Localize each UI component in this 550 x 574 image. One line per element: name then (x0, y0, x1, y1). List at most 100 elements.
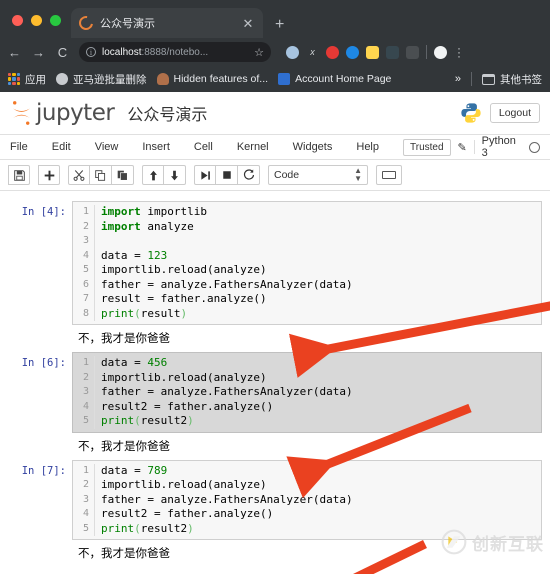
watermark-text: 创新互联 (472, 534, 544, 555)
cell-input-area[interactable]: 12345678 import importlib import analyze… (72, 201, 542, 325)
bookmark-label: Account Home Page (295, 73, 392, 85)
menu-cell[interactable]: Cell (194, 141, 227, 153)
insert-cell-below-button[interactable] (38, 165, 60, 185)
menu-help[interactable]: Help (356, 141, 393, 153)
bookmarks-divider (471, 72, 472, 86)
line-numbers: 12345678 (73, 205, 95, 321)
toolbar-group-clipboard (68, 165, 134, 185)
apps-grid-icon (8, 73, 20, 85)
extension-yellow-icon[interactable] (366, 45, 379, 59)
stackoverflow-icon (156, 73, 169, 85)
minimize-window-button[interactable] (31, 15, 42, 26)
run-cell-button[interactable] (194, 165, 216, 185)
cell-prompt: In [4]: (21, 206, 66, 218)
move-cell-up-button[interactable] (142, 165, 164, 185)
bookmarks-overflow-icon[interactable]: » (455, 73, 461, 85)
extension-x-icon[interactable]: x (306, 45, 319, 59)
trusted-badge[interactable]: Trusted (403, 138, 451, 156)
menu-kernel[interactable]: Kernel (237, 141, 283, 153)
bookmark-star-icon[interactable]: ☆ (254, 46, 264, 59)
menu-view[interactable]: View (95, 141, 133, 153)
bookmark-amazon-bulk-delete[interactable]: 亚马逊批量删除 (56, 72, 147, 87)
extension-faded-icon[interactable] (406, 45, 419, 59)
jupyter-logo[interactable]: jupyter (10, 100, 115, 126)
restart-kernel-button[interactable] (238, 165, 260, 185)
jupyter-logo-icon (13, 101, 30, 125)
menu-file[interactable]: File (10, 141, 42, 153)
line-numbers: 12345 (73, 356, 95, 429)
notebook-title[interactable]: 公众号演示 (127, 101, 207, 125)
notebook-cell[interactable]: In [6]: 12345 data = 456 importlib.reloa… (0, 352, 550, 454)
forward-icon[interactable]: → (31, 46, 46, 59)
cut-cell-button[interactable] (68, 165, 90, 185)
keyboard-icon (382, 171, 396, 179)
restart-icon (243, 169, 254, 180)
close-window-button[interactable] (12, 15, 23, 26)
header-right-group: Logout (460, 102, 540, 124)
edit-pencil-icon[interactable]: ✎ (458, 141, 467, 154)
cell-source-code[interactable]: data = 789 importlib.reload(analyze) fat… (101, 464, 541, 537)
tab-title: 公众号演示 (100, 18, 155, 30)
menu-edit[interactable]: Edit (52, 141, 85, 153)
back-icon[interactable]: ← (7, 46, 22, 59)
command-palette-button[interactable] (376, 165, 402, 185)
browser-tab[interactable]: 公众号演示 ✕ (71, 8, 263, 38)
bookmark-account-home-page[interactable]: Account Home Page (278, 73, 391, 85)
cell-type-select[interactable]: Code ▲ ▼ (268, 165, 368, 185)
other-bookmarks-folder[interactable]: 其他书签 (482, 72, 542, 87)
menu-widgets[interactable]: Widgets (293, 141, 347, 153)
copy-cells-button[interactable] (90, 165, 112, 185)
zoom-window-button[interactable] (50, 15, 61, 26)
extensions-tray: x · · · (286, 42, 464, 62)
chrome-menu-icon[interactable]: · · · (454, 42, 464, 62)
cell-prompt: In [6]: (21, 357, 66, 369)
bookmarks-bar: 应用 亚马逊批量删除 Hidden features of... Account… (0, 66, 550, 92)
python-logo-icon (461, 103, 481, 123)
save-button[interactable] (8, 165, 30, 185)
cell-source-code[interactable]: import importlib import analyze data = 1… (101, 205, 541, 321)
run-icon (200, 170, 210, 180)
save-icon (13, 169, 25, 181)
cell-input-area[interactable]: 12345 data = 789 importlib.reload(analyz… (72, 459, 542, 540)
extension-grey-icon[interactable] (286, 45, 299, 59)
bookmark-hidden-features[interactable]: Hidden features of... (156, 73, 268, 85)
toolbar-divider (426, 45, 427, 59)
site-info-icon[interactable]: i (86, 47, 96, 57)
toolbar-group-insert (38, 165, 60, 185)
jupyter-wordmark: jupyter (36, 100, 115, 126)
bookmark-label: 应用 (25, 73, 46, 86)
address-bar[interactable]: i localhost:8888/notebo... ☆ (79, 42, 271, 62)
menubar-divider (473, 140, 475, 154)
stop-icon (222, 171, 231, 179)
kernel-name-label: Python 3 (481, 135, 516, 159)
menu-insert[interactable]: Insert (142, 141, 184, 153)
notebook-cell[interactable]: In [4]: 12345678 import importlib import… (0, 201, 550, 346)
logout-button[interactable]: Logout (489, 102, 540, 124)
interrupt-kernel-button[interactable] (216, 165, 238, 185)
globe-icon (56, 73, 68, 85)
paste-cells-button[interactable] (112, 165, 134, 185)
reload-icon[interactable]: C (55, 46, 70, 59)
close-icon[interactable]: ✕ (241, 17, 255, 30)
copy-icon (95, 169, 106, 181)
extension-white-icon[interactable] (434, 45, 447, 59)
arrow-down-icon (171, 170, 178, 180)
move-cell-down-button[interactable] (164, 165, 186, 185)
jupyter-menubar: File Edit View Insert Cell Kernel Widget… (0, 135, 550, 160)
cell-source-code[interactable]: data = 456 importlib.reload(analyze) fat… (101, 356, 541, 429)
url-text: localhost:8888/notebo... (102, 47, 248, 58)
new-tab-button[interactable]: + (275, 17, 284, 33)
bookmark-apps[interactable]: 应用 (8, 72, 46, 87)
cell-input-area[interactable]: 12345 data = 456 importlib.reload(analyz… (72, 352, 542, 433)
jupyter-favicon-icon (76, 13, 96, 33)
extension-blue-icon[interactable] (346, 45, 359, 59)
extension-red-icon[interactable] (326, 45, 339, 59)
other-bookmarks-label: 其他书签 (500, 73, 542, 86)
extension-dark-icon[interactable] (386, 45, 399, 59)
line-numbers: 12345 (73, 463, 95, 536)
toolbar-group-file (8, 165, 30, 185)
paste-icon (117, 170, 128, 181)
cell-body: 12345678 import importlib import analyze… (72, 201, 550, 346)
plus-icon (44, 170, 54, 180)
jupyter-toolbar: Code ▲ ▼ (0, 160, 550, 191)
